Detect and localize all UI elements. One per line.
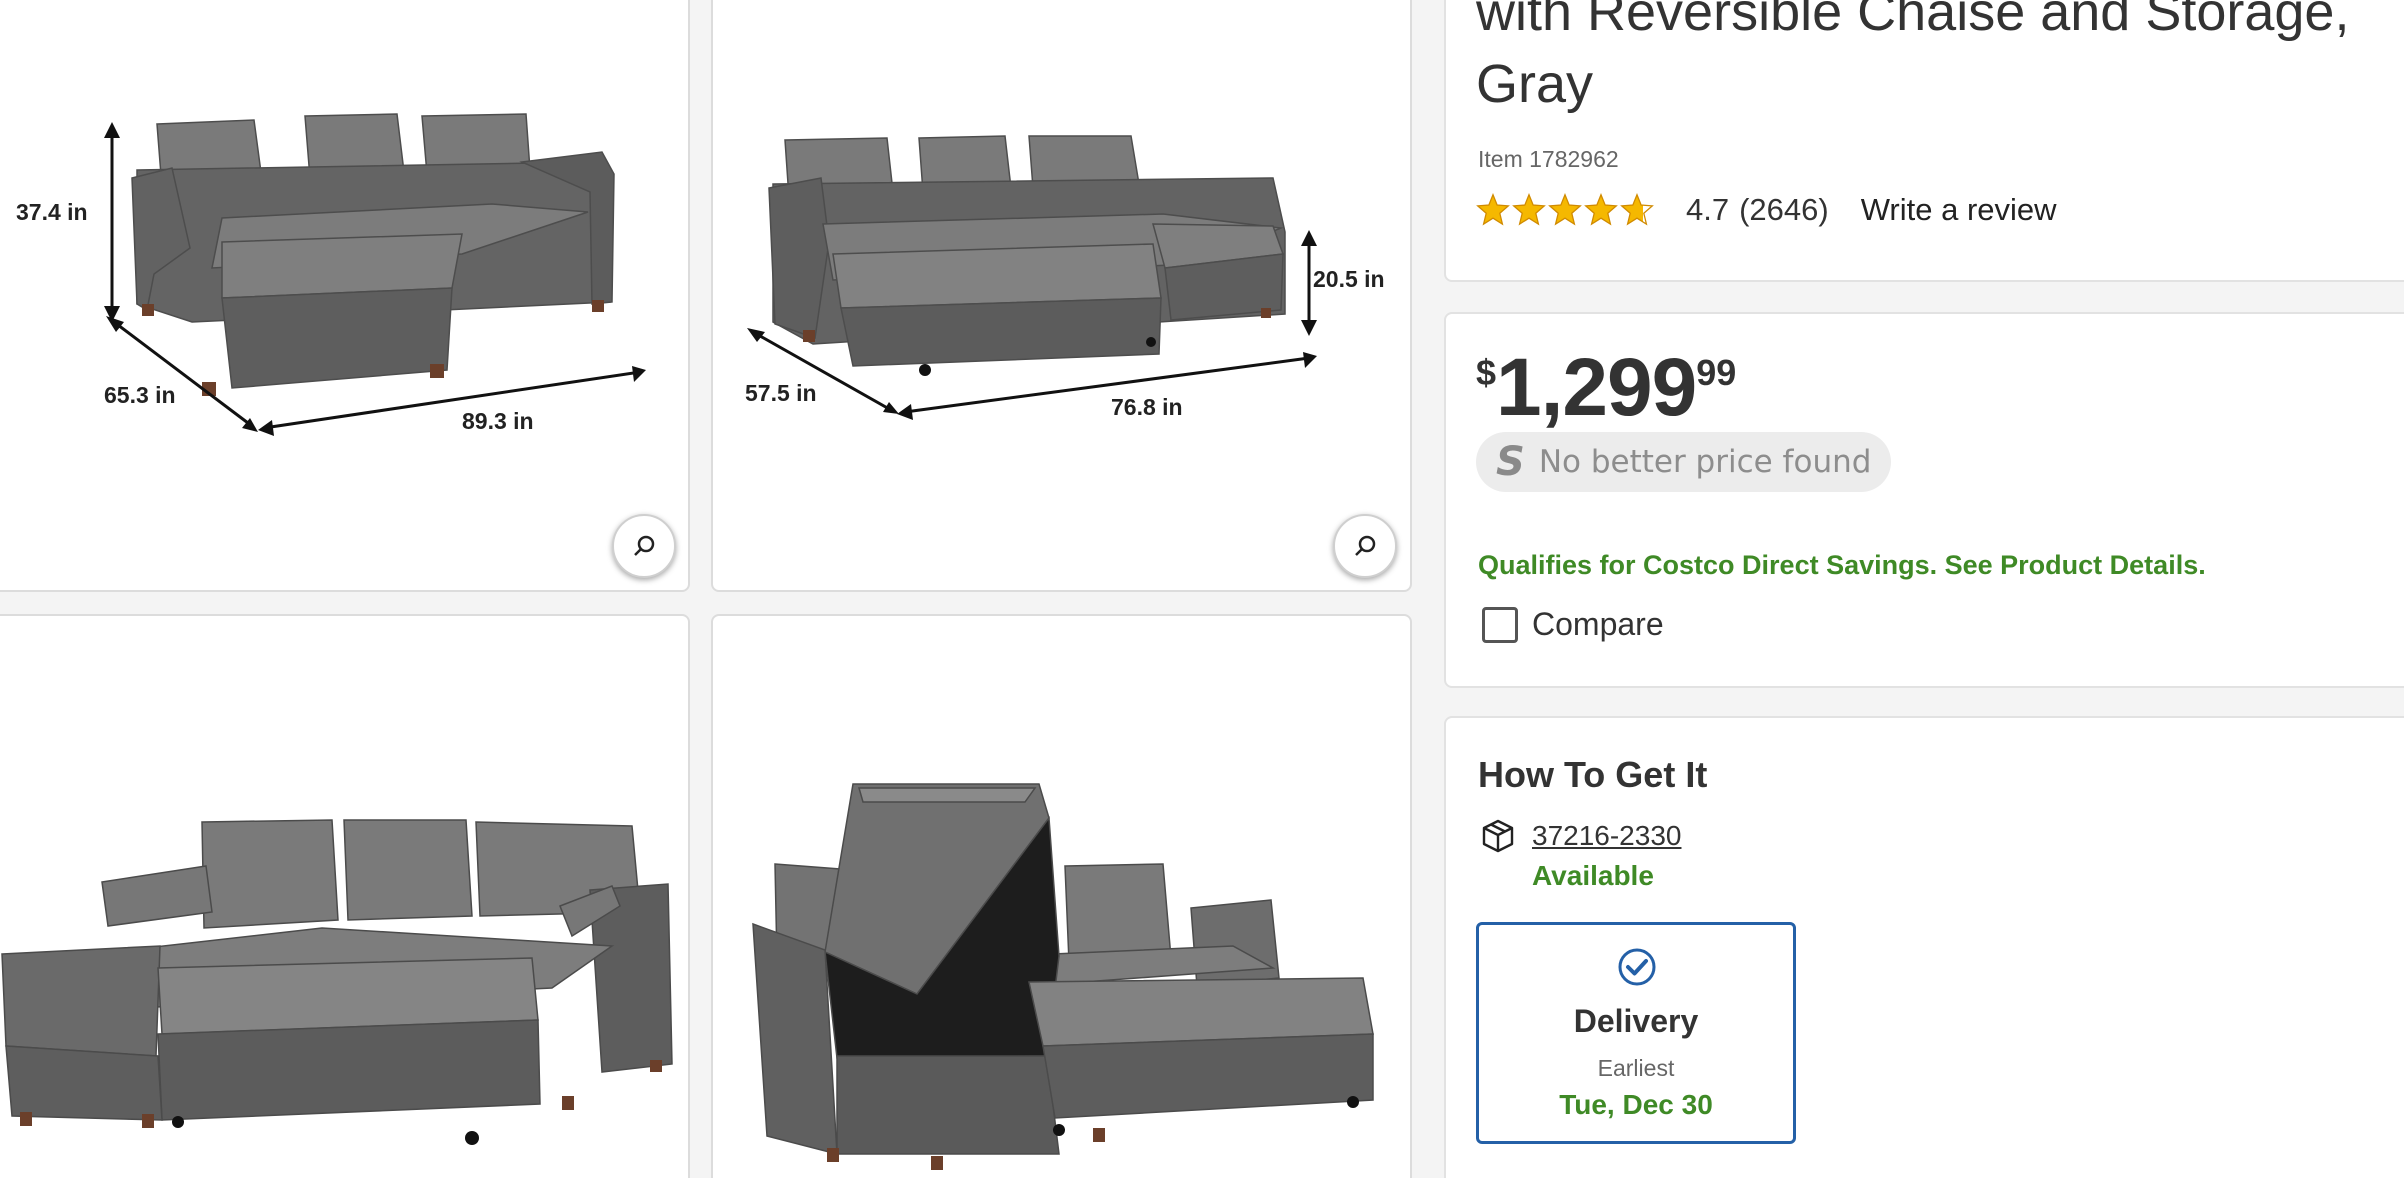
- price-card: $ 1,299 99 S No better price found Quali…: [1444, 312, 2404, 688]
- direct-savings-link[interactable]: Qualifies for Costco Direct Savings. See…: [1478, 550, 2206, 581]
- zoom-button[interactable]: [612, 514, 676, 578]
- delivery-title: Delivery: [1573, 1003, 1699, 1039]
- product-title: with Reversible Chaise and Storage, Gray: [1476, 0, 2350, 114]
- product-image-open-storage[interactable]: [711, 614, 1412, 1178]
- delivery-option[interactable]: Delivery Earliest Tue, Dec 30: [1476, 922, 1796, 1144]
- product-title-card: with Reversible Chaise and Storage, Gray…: [1444, 0, 2404, 282]
- price-badge-logo-icon: S: [1496, 439, 1525, 485]
- star-icon: [1620, 193, 1654, 226]
- star-icon: [1512, 193, 1546, 226]
- price: $ 1,299 99: [1476, 340, 1736, 436]
- storage-sofa-illustration: [752, 783, 1374, 1170]
- zoom-button[interactable]: [1333, 514, 1397, 578]
- item-number: Item 1782962: [1478, 146, 1619, 172]
- height-dimension-label: 37.4 in: [16, 199, 88, 225]
- availability-status: Available: [1532, 860, 1654, 891]
- width-dimension-label: 76.8 in: [1111, 394, 1183, 420]
- star-icon: [1548, 193, 1582, 226]
- compare-checkbox[interactable]: Compare: [1482, 606, 1664, 643]
- review-count[interactable]: (2646): [1739, 192, 1829, 228]
- no-better-price-badge: S No better price found: [1476, 432, 1892, 492]
- delivery-location: 37216-2330: [1478, 816, 1681, 856]
- star-rating[interactable]: [1476, 193, 1654, 227]
- zip-code-link[interactable]: 37216-2330: [1532, 820, 1681, 852]
- zoom-icon: [1355, 535, 1376, 556]
- how-to-get-it-card: How To Get It 37216-2330 Available Deliv…: [1444, 716, 2404, 1178]
- star-icon: [1584, 193, 1618, 226]
- product-image-pullout-bed[interactable]: [0, 614, 690, 1178]
- rating-row: 4.7 (2646) Write a review: [1476, 190, 2057, 230]
- sectional-sofa-illustration: [104, 113, 646, 436]
- checkmark-circle-icon: [1618, 948, 1656, 986]
- height-dimension-label: 20.5 in: [1313, 266, 1385, 292]
- star-icon: [1476, 193, 1510, 226]
- product-image-dimensions-2[interactable]: 20.5 in 57.5 in 76.8 in: [711, 0, 1412, 592]
- zoom-icon: [634, 535, 655, 556]
- sofa-bed-illustration: [1, 819, 673, 1145]
- write-review-link[interactable]: Write a review: [1861, 192, 2057, 228]
- rating-value: 4.7: [1686, 192, 1730, 227]
- price-cents: 99: [1696, 352, 1737, 393]
- product-page: 37.4 in 65.3 in 89.3 in 20.5 in 57.5 in …: [0, 0, 2404, 1178]
- how-to-get-it-title: How To Get It: [1478, 754, 1708, 795]
- price-dollars: 1,299: [1496, 342, 1697, 433]
- depth-dimension-label: 57.5 in: [745, 380, 817, 406]
- checkbox[interactable]: [1482, 606, 1518, 643]
- no-better-price-text: No better price found: [1538, 444, 1872, 480]
- package-icon: [1482, 819, 1514, 853]
- price-currency: $: [1476, 352, 1497, 393]
- delivery-date: Tue, Dec 30: [1559, 1089, 1713, 1120]
- width-dimension-label: 89.3 in: [462, 408, 534, 434]
- product-image-dimensions-1[interactable]: 37.4 in 65.3 in 89.3 in: [0, 0, 690, 592]
- delivery-subtitle: Earliest: [1597, 1055, 1675, 1081]
- compare-label: Compare: [1532, 606, 1664, 642]
- sectional-sofa-illustration: [747, 135, 1317, 420]
- depth-dimension-label: 65.3 in: [104, 382, 176, 408]
